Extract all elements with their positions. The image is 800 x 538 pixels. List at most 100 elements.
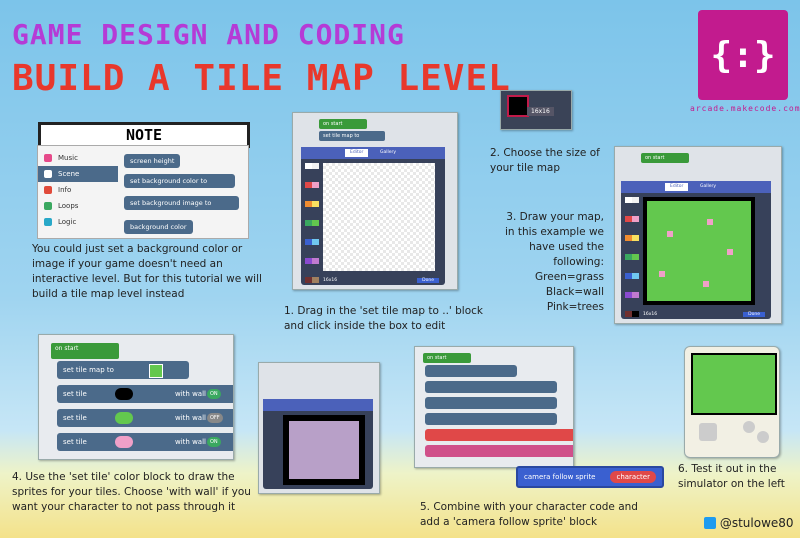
tree-tile [659, 271, 665, 277]
wall-label: with wall [175, 438, 206, 446]
block-label: camera follow sprite [524, 473, 596, 481]
tab-editor[interactable]: Editor [345, 149, 369, 157]
makecode-logo: {:} [698, 10, 788, 100]
tilemap-canvas[interactable] [283, 415, 365, 485]
on-start-block: on start [423, 353, 471, 363]
legend-wall: Black=wall [545, 286, 604, 298]
step4-caption: 4. Use the 'set tile' color block to dra… [12, 471, 251, 513]
set-tile-map-block[interactable]: set tile map to [57, 361, 189, 379]
size-label[interactable]: 16x16 [527, 107, 554, 116]
set-background-color-block[interactable]: set background color to [124, 174, 236, 188]
page-subtitle: BUILD A TILE MAP LEVEL [12, 58, 511, 99]
dpad[interactable] [699, 423, 717, 441]
tree-tile [707, 219, 713, 225]
grass-area [647, 201, 751, 301]
set-character-block[interactable] [425, 429, 573, 441]
simulator-screen[interactable] [691, 353, 777, 415]
category-music[interactable]: Music [38, 150, 118, 166]
block-label: set background image to [130, 199, 212, 207]
set-tile-map-block: set tile map to [319, 131, 385, 141]
background-color-block[interactable]: background color [124, 220, 193, 234]
block-label: set tile map to [63, 366, 114, 374]
wall-toggle[interactable]: OFF [207, 413, 223, 423]
category-info[interactable]: Info [38, 182, 118, 198]
color-swatch[interactable] [115, 436, 133, 448]
on-start-block: on start [319, 119, 367, 129]
simulator [684, 346, 780, 458]
set-tile-map-block[interactable] [425, 365, 517, 377]
category-label: Logic [58, 218, 77, 226]
floor-area [289, 421, 359, 479]
music-icon [44, 154, 52, 162]
logo-caption: arcade.makecode.com [690, 104, 800, 113]
category-label: Music [58, 154, 78, 162]
category-label: Scene [58, 170, 80, 178]
set-tile-block[interactable]: set tile with wall ON [57, 433, 233, 451]
category-loops[interactable]: Loops [38, 198, 118, 214]
block-label: set tile [63, 390, 87, 398]
note-text: You could just set a background color or… [32, 243, 262, 300]
color-palette[interactable] [625, 197, 639, 323]
tilemap-canvas[interactable] [643, 197, 755, 305]
size-label[interactable]: 16x16 [643, 312, 657, 317]
color-palette[interactable] [305, 163, 319, 289]
tree-tile [667, 231, 673, 237]
twitter-credit[interactable]: @stulowe80 [704, 516, 794, 530]
color-swatch[interactable] [115, 412, 133, 424]
set-tile-block[interactable]: set tile with wall OFF [57, 409, 233, 427]
tab-gallery[interactable]: Gallery [375, 149, 401, 157]
step5-screenshot: on start [414, 346, 574, 468]
a-button[interactable] [743, 421, 755, 433]
step4-screenshot: on start set tile map to set tile with w… [38, 334, 234, 460]
done-button[interactable]: Done [417, 278, 439, 283]
tree-icon [44, 170, 52, 178]
done-button[interactable]: Done [743, 312, 765, 317]
on-start-block: on start [51, 343, 119, 359]
block-label: set tile [63, 414, 87, 422]
screen-height-block[interactable]: screen height [124, 154, 181, 168]
size-label[interactable]: 16x16 [323, 278, 337, 283]
wall-toggle[interactable]: ON [207, 437, 221, 447]
camera-follow-block[interactable]: camera follow sprite character [516, 466, 664, 488]
wall-toggle[interactable]: ON [207, 389, 221, 399]
set-tile-block[interactable] [425, 397, 557, 409]
tilemap-thumb [149, 364, 163, 378]
b-button[interactable] [757, 431, 769, 443]
category-label: Loops [58, 202, 79, 210]
tab-gallery[interactable]: Gallery [695, 183, 721, 191]
sprite-dropdown[interactable]: character [610, 471, 656, 483]
set-tile-block[interactable] [425, 381, 557, 393]
legend-grass: Green=grass [535, 271, 604, 283]
editor-tabbar [263, 399, 373, 411]
category-label: Info [58, 186, 72, 194]
tilemap-canvas[interactable] [323, 163, 435, 271]
editor-tabbar: Editor Gallery [301, 147, 445, 159]
twitter-icon [704, 517, 716, 529]
step2-caption: 2. Choose the size of your tile map [490, 147, 600, 174]
wall-map-screenshot [258, 362, 380, 494]
loops-icon [44, 202, 52, 210]
move-character-block[interactable] [425, 445, 573, 457]
step3-screenshot: on start Editor Gallery 16x16 Done [614, 146, 782, 324]
category-scene[interactable]: Scene [38, 166, 118, 182]
set-tile-block[interactable]: set tile with wall ON [57, 385, 233, 403]
on-start-block: on start [641, 153, 689, 163]
logic-icon [44, 218, 52, 226]
info-icon [44, 186, 52, 194]
size-preview [507, 95, 529, 117]
step2-screenshot: 16x16 [500, 90, 572, 130]
tree-tile [703, 281, 709, 287]
wall-label: with wall [175, 414, 206, 422]
set-background-image-block[interactable]: set background image to [124, 196, 240, 210]
step6-caption: 6. Test it out in the simulator on the l… [678, 463, 785, 490]
set-tile-block[interactable] [425, 413, 557, 425]
step3-caption: 3. Draw your map, in this example we hav… [500, 210, 604, 315]
category-logic[interactable]: Logic [38, 214, 118, 230]
color-swatch[interactable] [115, 388, 133, 400]
step1-caption: 1. Drag in the 'set tile map to ..' bloc… [284, 305, 483, 332]
tree-tile [727, 249, 733, 255]
tab-editor[interactable]: Editor [665, 183, 689, 191]
editor-tabbar: Editor Gallery [621, 181, 771, 193]
twitter-handle: @stulowe80 [719, 516, 794, 530]
note-toolbox: Music Scene Info Loops Logic screen heig… [37, 145, 249, 239]
